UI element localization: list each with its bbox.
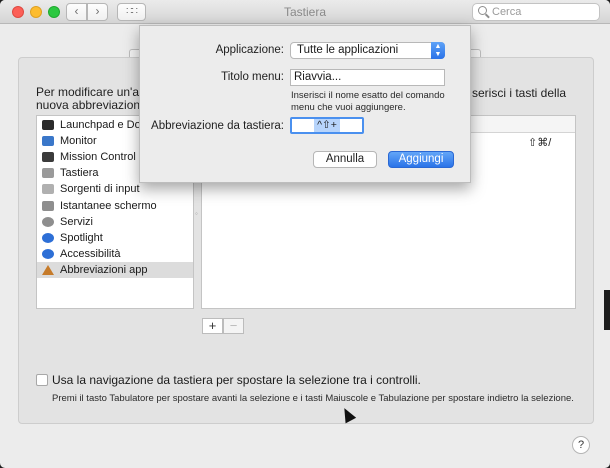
application-value: Tutte le applicazioni <box>297 44 399 56</box>
shortcut-value: ^⇧+ <box>314 119 340 132</box>
add-shortcut-sheet: Applicazione: Tutte le applicazioni ▲ ▼ T… <box>139 25 471 183</box>
list-item-label: Abbreviazioni app <box>60 264 148 277</box>
search-input[interactable]: Cerca <box>472 3 600 21</box>
cancel-button[interactable]: Annulla <box>313 151 377 168</box>
mission-control-icon <box>42 151 54 162</box>
list-item-label: Spotlight <box>60 231 103 244</box>
list-item[interactable]: Accessibilità <box>37 246 193 262</box>
keyboard-preferences-window: ‹ › ∷∷ Tastiera Cerca Per modificare un'… <box>0 0 610 468</box>
list-item[interactable]: Istantanee schermo <box>37 198 193 214</box>
screenshot-icon <box>42 200 54 211</box>
gear-icon <box>42 216 54 227</box>
list-item-label: Tastiera <box>60 167 99 180</box>
splitter-handle[interactable]: ◦ <box>195 209 199 218</box>
list-item-label: Istantanee schermo <box>60 199 157 212</box>
list-item-label: Accessibilità <box>60 248 121 261</box>
application-popup[interactable]: Tutte le applicazioni ▲ ▼ <box>290 42 445 59</box>
list-item-label: Monitor <box>60 134 97 147</box>
search-icon <box>478 6 487 15</box>
background-edge <box>604 290 610 330</box>
list-item[interactable]: Sorgenti di input <box>37 181 193 197</box>
shortcut-cell[interactable]: ⇧⌘/ <box>528 136 551 149</box>
list-item[interactable]: Spotlight <box>37 230 193 246</box>
list-item[interactable]: Abbreviazioni app <box>37 262 193 279</box>
intro-text-right: serisci i tasti della <box>472 86 567 100</box>
menu-title-label: Titolo menu: <box>221 71 284 83</box>
menu-title-help: Inserisci il nome esatto del comando men… <box>291 90 445 113</box>
spotlight-icon <box>42 232 54 243</box>
list-item-label: Mission Control <box>60 150 136 163</box>
application-label: Applicazione: <box>215 44 284 56</box>
monitor-icon <box>42 135 54 146</box>
menu-title-field[interactable]: Riavvia... <box>290 69 445 86</box>
input-sources-icon <box>42 184 54 195</box>
remove-shortcut-button[interactable]: − <box>223 318 244 334</box>
shortcut-field[interactable]: ^⇧+ <box>290 117 364 134</box>
launchpad-icon <box>42 119 54 130</box>
list-item-label: Sorgenti di input <box>60 183 140 196</box>
add-button[interactable]: Aggiungi <box>388 151 454 168</box>
list-item-label: Servizi <box>60 215 94 228</box>
app-shortcuts-icon <box>42 265 54 276</box>
help-button[interactable]: ? <box>572 436 590 454</box>
title-bar: ‹ › ∷∷ Tastiera Cerca <box>0 0 610 24</box>
chevron-updown-icon: ▲ ▼ <box>431 42 445 59</box>
accessibility-icon <box>42 249 54 260</box>
keyboard-navigation-hint: Premi il tasto Tabulatore per spostare a… <box>52 393 574 404</box>
add-shortcut-button[interactable]: + <box>202 318 223 334</box>
keyboard-navigation-label: Usa la navigazione da tastiera per spost… <box>52 373 421 387</box>
list-item[interactable]: Servizi <box>37 214 193 230</box>
list-item-label: Launchpad e Dock <box>60 118 152 131</box>
search-placeholder: Cerca <box>492 6 522 18</box>
shortcut-label: Abbreviazione da tastiera: <box>151 120 284 132</box>
keyboard-icon <box>42 168 54 179</box>
keyboard-navigation-checkbox[interactable] <box>36 374 48 386</box>
